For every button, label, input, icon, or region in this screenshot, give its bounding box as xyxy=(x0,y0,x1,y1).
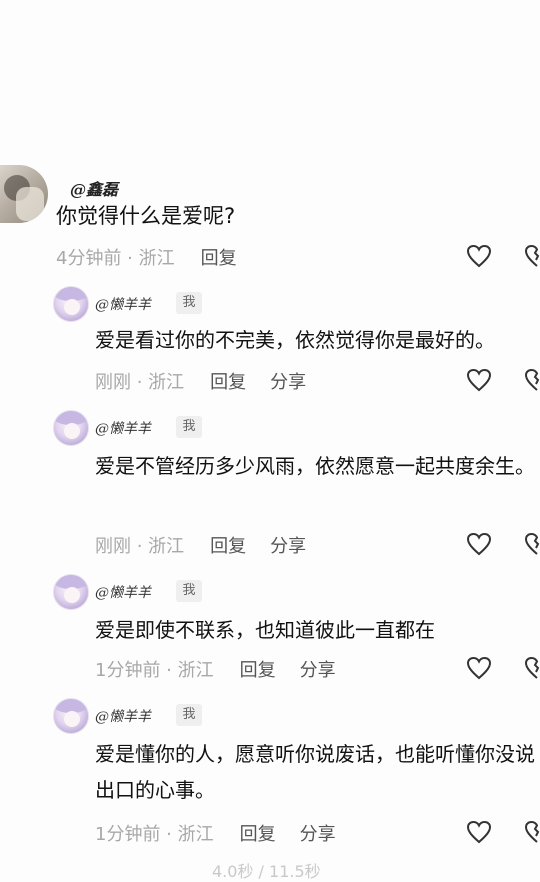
video-progress-time: 4.0秒 / 11.5秒 xyxy=(212,862,321,881)
reply-username[interactable]: @懒羊羊 xyxy=(95,706,151,726)
broken-heart-icon[interactable] xyxy=(524,656,540,680)
me-badge: 我 xyxy=(176,704,202,726)
share-button[interactable]: 分享 xyxy=(270,536,306,557)
reply-time-location: 1分钟前 · 浙江 xyxy=(95,824,214,845)
like-heart-icon[interactable] xyxy=(466,244,492,268)
share-button[interactable]: 分享 xyxy=(300,824,336,845)
me-badge: 我 xyxy=(176,580,202,602)
reply-meta: 1分钟前 · 浙江 回复 分享 xyxy=(95,656,336,682)
commenter-avatar[interactable] xyxy=(0,165,48,223)
comment-text: 你觉得什么是爱呢? xyxy=(56,204,236,228)
avatar-shape xyxy=(16,187,44,221)
share-button[interactable]: 分享 xyxy=(270,372,306,393)
reply-avatar[interactable] xyxy=(53,574,89,610)
reply-text: 爱是即使不联系，也知道彼此一直都在 xyxy=(95,618,435,642)
reply-meta: 刚刚 · 浙江 回复 分享 xyxy=(95,532,306,558)
avatar-face-shape xyxy=(64,423,80,439)
reply-time-location: 刚刚 · 浙江 xyxy=(95,536,185,557)
avatar-face-shape xyxy=(64,711,80,727)
reply-text: 爱是看过你的不完美，依然觉得你是最好的。 xyxy=(95,328,495,352)
reply-button[interactable]: 回复 xyxy=(240,824,276,845)
commenter-username[interactable]: @鑫磊 xyxy=(70,176,118,200)
reply-meta: 刚刚 · 浙江 回复 分享 xyxy=(95,368,306,394)
reply-button[interactable]: 回复 xyxy=(210,372,246,393)
like-heart-icon[interactable] xyxy=(466,532,492,556)
broken-heart-icon[interactable] xyxy=(524,820,540,844)
reply-avatar[interactable] xyxy=(53,698,89,734)
broken-heart-icon[interactable] xyxy=(524,532,540,556)
broken-heart-icon[interactable] xyxy=(524,368,540,392)
like-heart-icon[interactable] xyxy=(466,368,492,392)
like-heart-icon[interactable] xyxy=(466,820,492,844)
reply-time-location: 1分钟前 · 浙江 xyxy=(95,660,214,681)
share-button[interactable]: 分享 xyxy=(300,660,336,681)
reply-avatar[interactable] xyxy=(53,286,89,322)
reply-button[interactable]: 回复 xyxy=(240,660,276,681)
avatar-face-shape xyxy=(64,299,80,315)
reply-time-location: 刚刚 · 浙江 xyxy=(95,372,185,393)
comment-time-location: 4分钟前 · 浙江 xyxy=(56,248,175,269)
reply-meta: 1分钟前 · 浙江 回复 分享 xyxy=(95,820,336,846)
me-badge: 我 xyxy=(176,292,202,314)
reply-username[interactable]: @懒羊羊 xyxy=(95,294,151,314)
reply-avatar[interactable] xyxy=(53,410,89,446)
reply-username[interactable]: @懒羊羊 xyxy=(95,418,151,438)
reply-text: 爱是懂你的人，愿意听你说废话，也能听懂你没说出口的心事。 xyxy=(95,742,535,802)
reply-text: 爱是不管经历多少风雨，依然愿意一起共度余生。 xyxy=(95,454,535,478)
like-heart-icon[interactable] xyxy=(466,656,492,680)
reply-button[interactable]: 回复 xyxy=(201,248,237,269)
avatar-face-shape xyxy=(64,587,80,603)
reply-username[interactable]: @懒羊羊 xyxy=(95,582,151,602)
broken-heart-icon[interactable] xyxy=(524,244,540,268)
me-badge: 我 xyxy=(176,416,202,438)
reply-button[interactable]: 回复 xyxy=(210,536,246,557)
comment-meta: 4分钟前 · 浙江 回复 xyxy=(56,244,237,270)
